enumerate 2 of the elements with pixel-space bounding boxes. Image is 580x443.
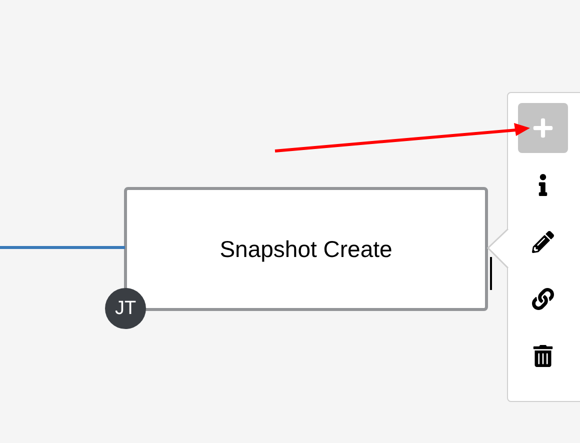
avatar: JT: [105, 288, 146, 329]
node-label: Snapshot Create: [220, 236, 392, 262]
